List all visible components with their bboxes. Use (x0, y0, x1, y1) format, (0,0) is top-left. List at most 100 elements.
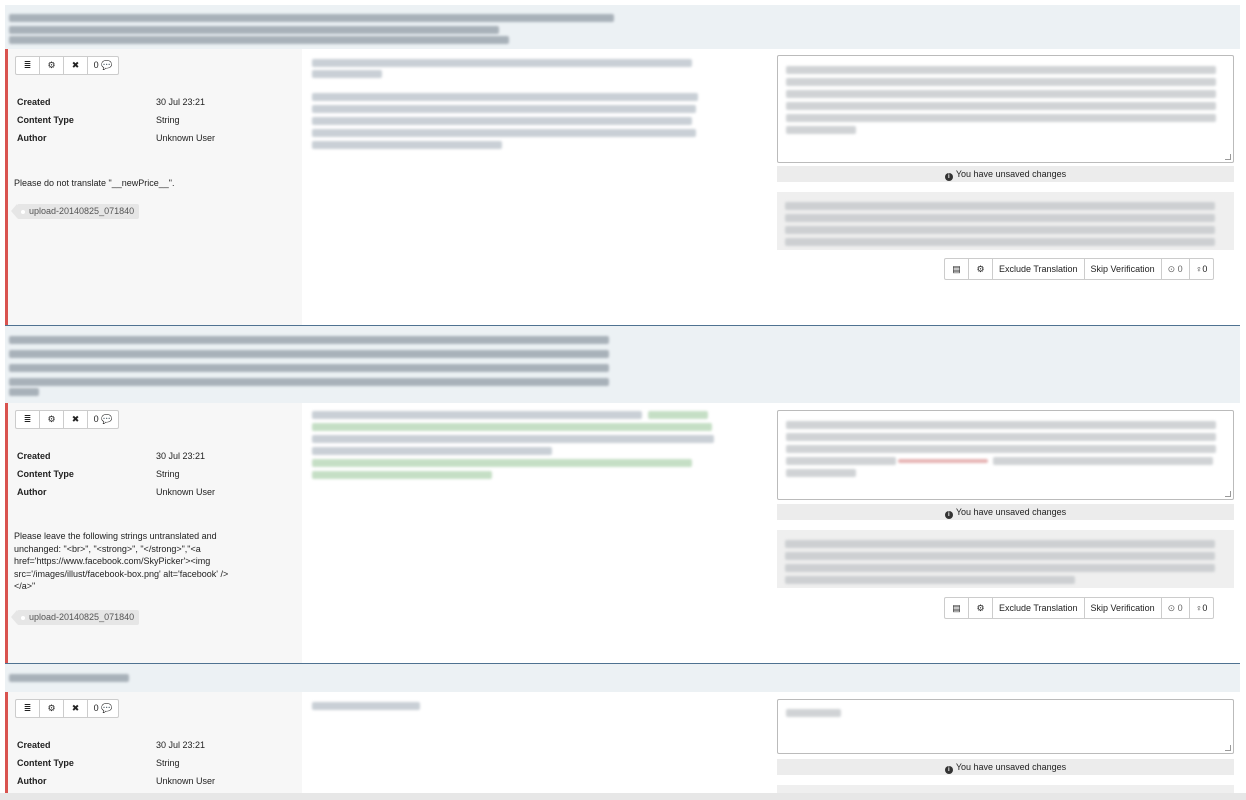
blurred-text (786, 457, 896, 465)
meta-table: Created 30 Jul 23:21 Content Type String A… (17, 447, 277, 501)
translation-editor: ≣ ⚙ ✖ 0 💬 Created 30 Jul 23:21 Content Ty… (0, 0, 1246, 800)
author-label: Author (17, 133, 47, 143)
blurred-text (9, 350, 609, 358)
blurred-text (785, 238, 1215, 246)
meta-table: Created 30 Jul 23:21 Content Type String A… (17, 93, 277, 147)
blurred-text (786, 102, 1216, 110)
source-text (308, 49, 728, 325)
resize-handle[interactable] (1225, 745, 1231, 751)
content-type-value: String (156, 469, 180, 479)
blurred-text (786, 433, 1216, 441)
content-type-label: Content Type (17, 115, 74, 125)
translation-textarea[interactable] (777, 55, 1234, 163)
close-icon[interactable]: ✖ (64, 700, 88, 717)
suggestion-box[interactable] (777, 530, 1234, 588)
suggestion-box[interactable] (777, 192, 1234, 250)
history-button[interactable]: ⊙ 0 (1162, 598, 1190, 618)
gear-icon[interactable]: ⚙ (40, 57, 64, 74)
blurred-text (993, 457, 1213, 465)
skip-verification-button[interactable]: Skip Verification (1085, 259, 1162, 279)
unsaved-text: You have unsaved changes (955, 507, 1067, 517)
skip-verification-button[interactable]: Skip Verification (1085, 598, 1162, 618)
blurred-text (9, 378, 609, 386)
blurred-text (786, 709, 841, 717)
gear-icon[interactable]: ⚙ (40, 411, 64, 428)
gear-icon[interactable]: ⚙ (40, 700, 64, 717)
unsaved-notice: i You have unsaved changes (777, 166, 1234, 182)
unsaved-text: You have unsaved changes (955, 169, 1067, 179)
upload-tag-label: upload-20140825_071840 (29, 612, 135, 622)
exclude-translation-button[interactable]: Exclude Translation (993, 259, 1085, 279)
author-label: Author (17, 776, 47, 786)
blurred-text (312, 411, 642, 419)
list-icon[interactable]: ≣ (16, 700, 40, 717)
content-type-value: String (156, 758, 180, 768)
content-type-label: Content Type (17, 758, 74, 768)
blurred-text (785, 552, 1215, 560)
blurred-text (312, 129, 696, 137)
machine-translate-icon[interactable]: ⚙ (969, 598, 993, 618)
list-icon[interactable]: ≣ (16, 411, 40, 428)
comments-button[interactable]: 0 💬 (88, 411, 118, 428)
blurred-text (785, 564, 1215, 572)
suggestion-button[interactable]: ♀ 0 (1190, 259, 1214, 279)
history-icon: ⊙ (1167, 602, 1178, 613)
comments-button[interactable]: 0 💬 (88, 700, 118, 717)
resize-handle[interactable] (1225, 491, 1231, 497)
created-value: 30 Jul 23:21 (156, 451, 206, 461)
blurred-text (786, 78, 1216, 86)
translation-textarea[interactable] (777, 699, 1234, 754)
resize-handle[interactable] (1225, 154, 1231, 160)
blurred-text (785, 576, 1075, 584)
blurred-text (648, 411, 708, 419)
unit-toolbar: ≣ ⚙ ✖ 0 💬 (15, 410, 119, 429)
comments-button[interactable]: 0 💬 (88, 57, 118, 74)
blurred-text (786, 90, 1216, 98)
suggestion-button[interactable]: ♀ 0 (1190, 598, 1214, 618)
blurred-text (312, 702, 420, 710)
author-value: Unknown User (156, 133, 216, 143)
translation-textarea[interactable] (777, 410, 1234, 500)
suggestion-icon: ♀ (1195, 603, 1203, 613)
translation-actions: ▤ ⚙ Exclude Translation Skip Verificatio… (944, 258, 1215, 280)
bottom-edge (0, 793, 1246, 800)
created-value: 30 Jul 23:21 (156, 97, 206, 107)
translation-unit: ≣ ⚙ ✖ 0 💬 Created 30 Jul 23:21 Content Ty… (5, 5, 1240, 325)
unit-toolbar: ≣ ⚙ ✖ 0 💬 (15, 699, 119, 718)
close-icon[interactable]: ✖ (64, 411, 88, 428)
suggestion-count: 0 (1202, 264, 1208, 274)
exclude-translation-button[interactable]: Exclude Translation (993, 598, 1085, 618)
created-label: Created (17, 97, 51, 107)
blurred-text (9, 36, 509, 44)
info-icon: i (944, 766, 953, 774)
info-icon: i (944, 511, 953, 519)
source-text (308, 692, 728, 800)
blurred-text (312, 141, 502, 149)
unit-toolbar: ≣ ⚙ ✖ 0 💬 (15, 56, 119, 75)
copy-source-icon[interactable]: ▤ (945, 259, 969, 279)
upload-tag[interactable]: upload-20140825_071840 (10, 610, 140, 625)
blurred-text (312, 59, 692, 67)
list-icon[interactable]: ≣ (16, 57, 40, 74)
blurred-text (786, 114, 1216, 122)
author-label: Author (17, 487, 47, 497)
history-button[interactable]: ⊙ 0 (1162, 259, 1190, 279)
blurred-text (785, 226, 1215, 234)
meta-table: Created 30 Jul 23:21 Content Type String A… (17, 736, 277, 790)
suggestion-icon: ♀ (1195, 264, 1203, 274)
machine-translate-icon[interactable]: ⚙ (969, 259, 993, 279)
blurred-text (9, 14, 614, 22)
history-count: 0 (1177, 603, 1183, 613)
meta-column: ≣ ⚙ ✖ 0 💬 Created 30 Jul 23:21 Content Ty… (8, 49, 302, 325)
blurred-text (312, 93, 698, 101)
blurred-text (785, 202, 1215, 210)
blurred-text (312, 105, 696, 113)
unsaved-text: You have unsaved changes (955, 762, 1067, 772)
blurred-text (9, 336, 609, 344)
unsaved-notice: i You have unsaved changes (777, 504, 1234, 520)
upload-tag[interactable]: upload-20140825_071840 (10, 204, 140, 219)
unsaved-notice: i You have unsaved changes (777, 759, 1234, 775)
content-type-label: Content Type (17, 469, 74, 479)
close-icon[interactable]: ✖ (64, 57, 88, 74)
copy-source-icon[interactable]: ▤ (945, 598, 969, 618)
